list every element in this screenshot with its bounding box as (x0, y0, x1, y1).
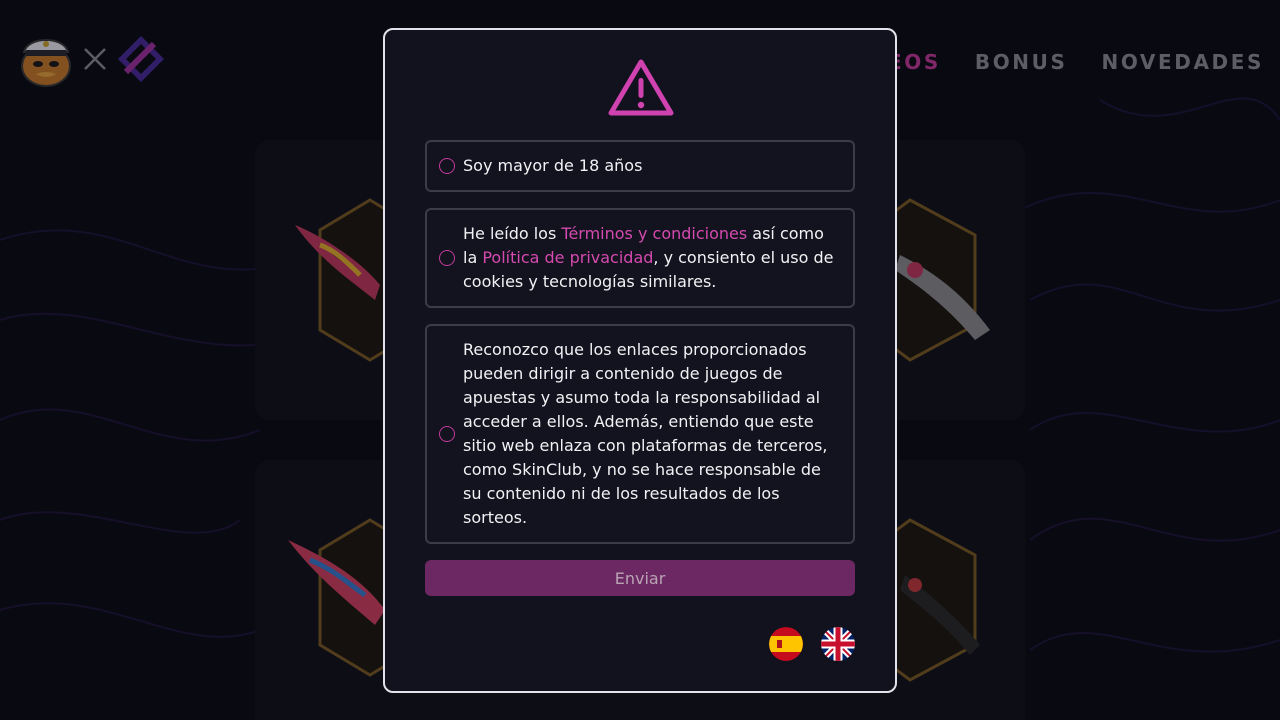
privacy-link[interactable]: Política de privacidad (482, 248, 653, 267)
age-consent-modal: Soy mayor de 18 años He leído los Términ… (383, 28, 897, 693)
consent-option-responsibility[interactable]: Reconozco que los enlaces proporcionados… (425, 324, 855, 544)
radio-button[interactable] (439, 426, 455, 442)
radio-button[interactable] (439, 250, 455, 266)
language-selector (769, 627, 855, 661)
option-label: He leído los Términos y condiciones así … (463, 224, 834, 291)
spain-flag-icon[interactable] (769, 627, 803, 661)
consent-option-terms[interactable]: He leído los Términos y condiciones así … (425, 208, 855, 308)
submit-button[interactable]: Enviar (425, 560, 855, 596)
option-label: Reconozco que los enlaces proporcionados… (463, 340, 828, 527)
warning-icon (608, 59, 674, 116)
terms-link[interactable]: Términos y condiciones (561, 224, 747, 243)
consent-option-age[interactable]: Soy mayor de 18 años (425, 140, 855, 192)
uk-flag-icon[interactable] (821, 627, 855, 661)
radio-button[interactable] (439, 158, 455, 174)
option-label: Soy mayor de 18 años (463, 156, 643, 175)
